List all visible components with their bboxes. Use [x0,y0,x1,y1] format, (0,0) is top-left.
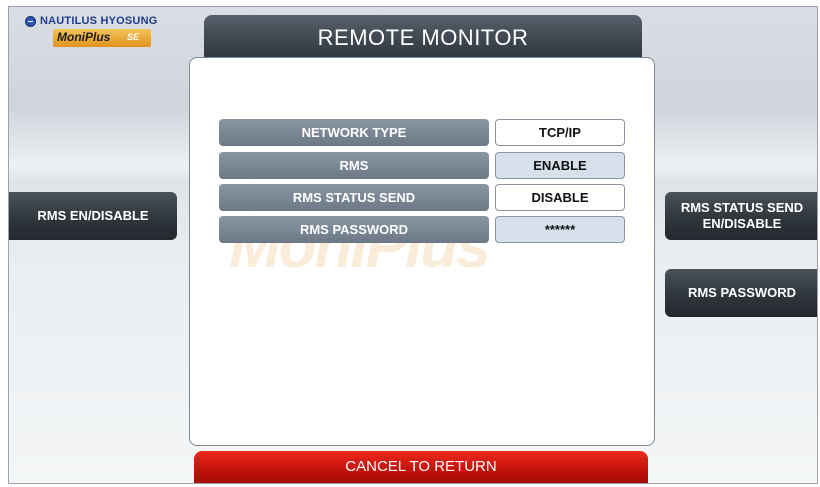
company-name: NAUTILUS HYOSUNG [40,15,158,27]
rms-status-send-toggle-button[interactable]: RMS STATUS SEND EN/DISABLE [665,192,817,240]
product-suffix: SE [127,32,140,42]
globe-icon [25,15,36,27]
product-logo: MoniPlus SE [53,29,151,47]
page-title: REMOTE MONITOR [204,15,642,61]
cancel-button[interactable]: CANCEL TO RETURN [194,451,648,483]
rms-enable-disable-button[interactable]: RMS EN/DISABLE [9,192,177,240]
setting-value: TCP/IP [495,119,625,146]
setting-value: ENABLE [495,152,625,179]
setting-label: RMS STATUS SEND [219,184,489,211]
rms-password-button[interactable]: RMS PASSWORD [665,269,817,317]
brand-logo: NAUTILUS HYOSUNG MoniPlus SE [25,15,195,55]
setting-label: NETWORK TYPE [219,119,489,146]
product-name: MoniPlus [57,30,111,44]
setting-value: ****** [495,216,625,243]
setting-label: RMS PASSWORD [219,216,489,243]
setting-value: DISABLE [495,184,625,211]
atm-screen: NAUTILUS HYOSUNG MoniPlus SE REMOTE MONI… [8,6,818,484]
setting-label: RMS [219,152,489,179]
